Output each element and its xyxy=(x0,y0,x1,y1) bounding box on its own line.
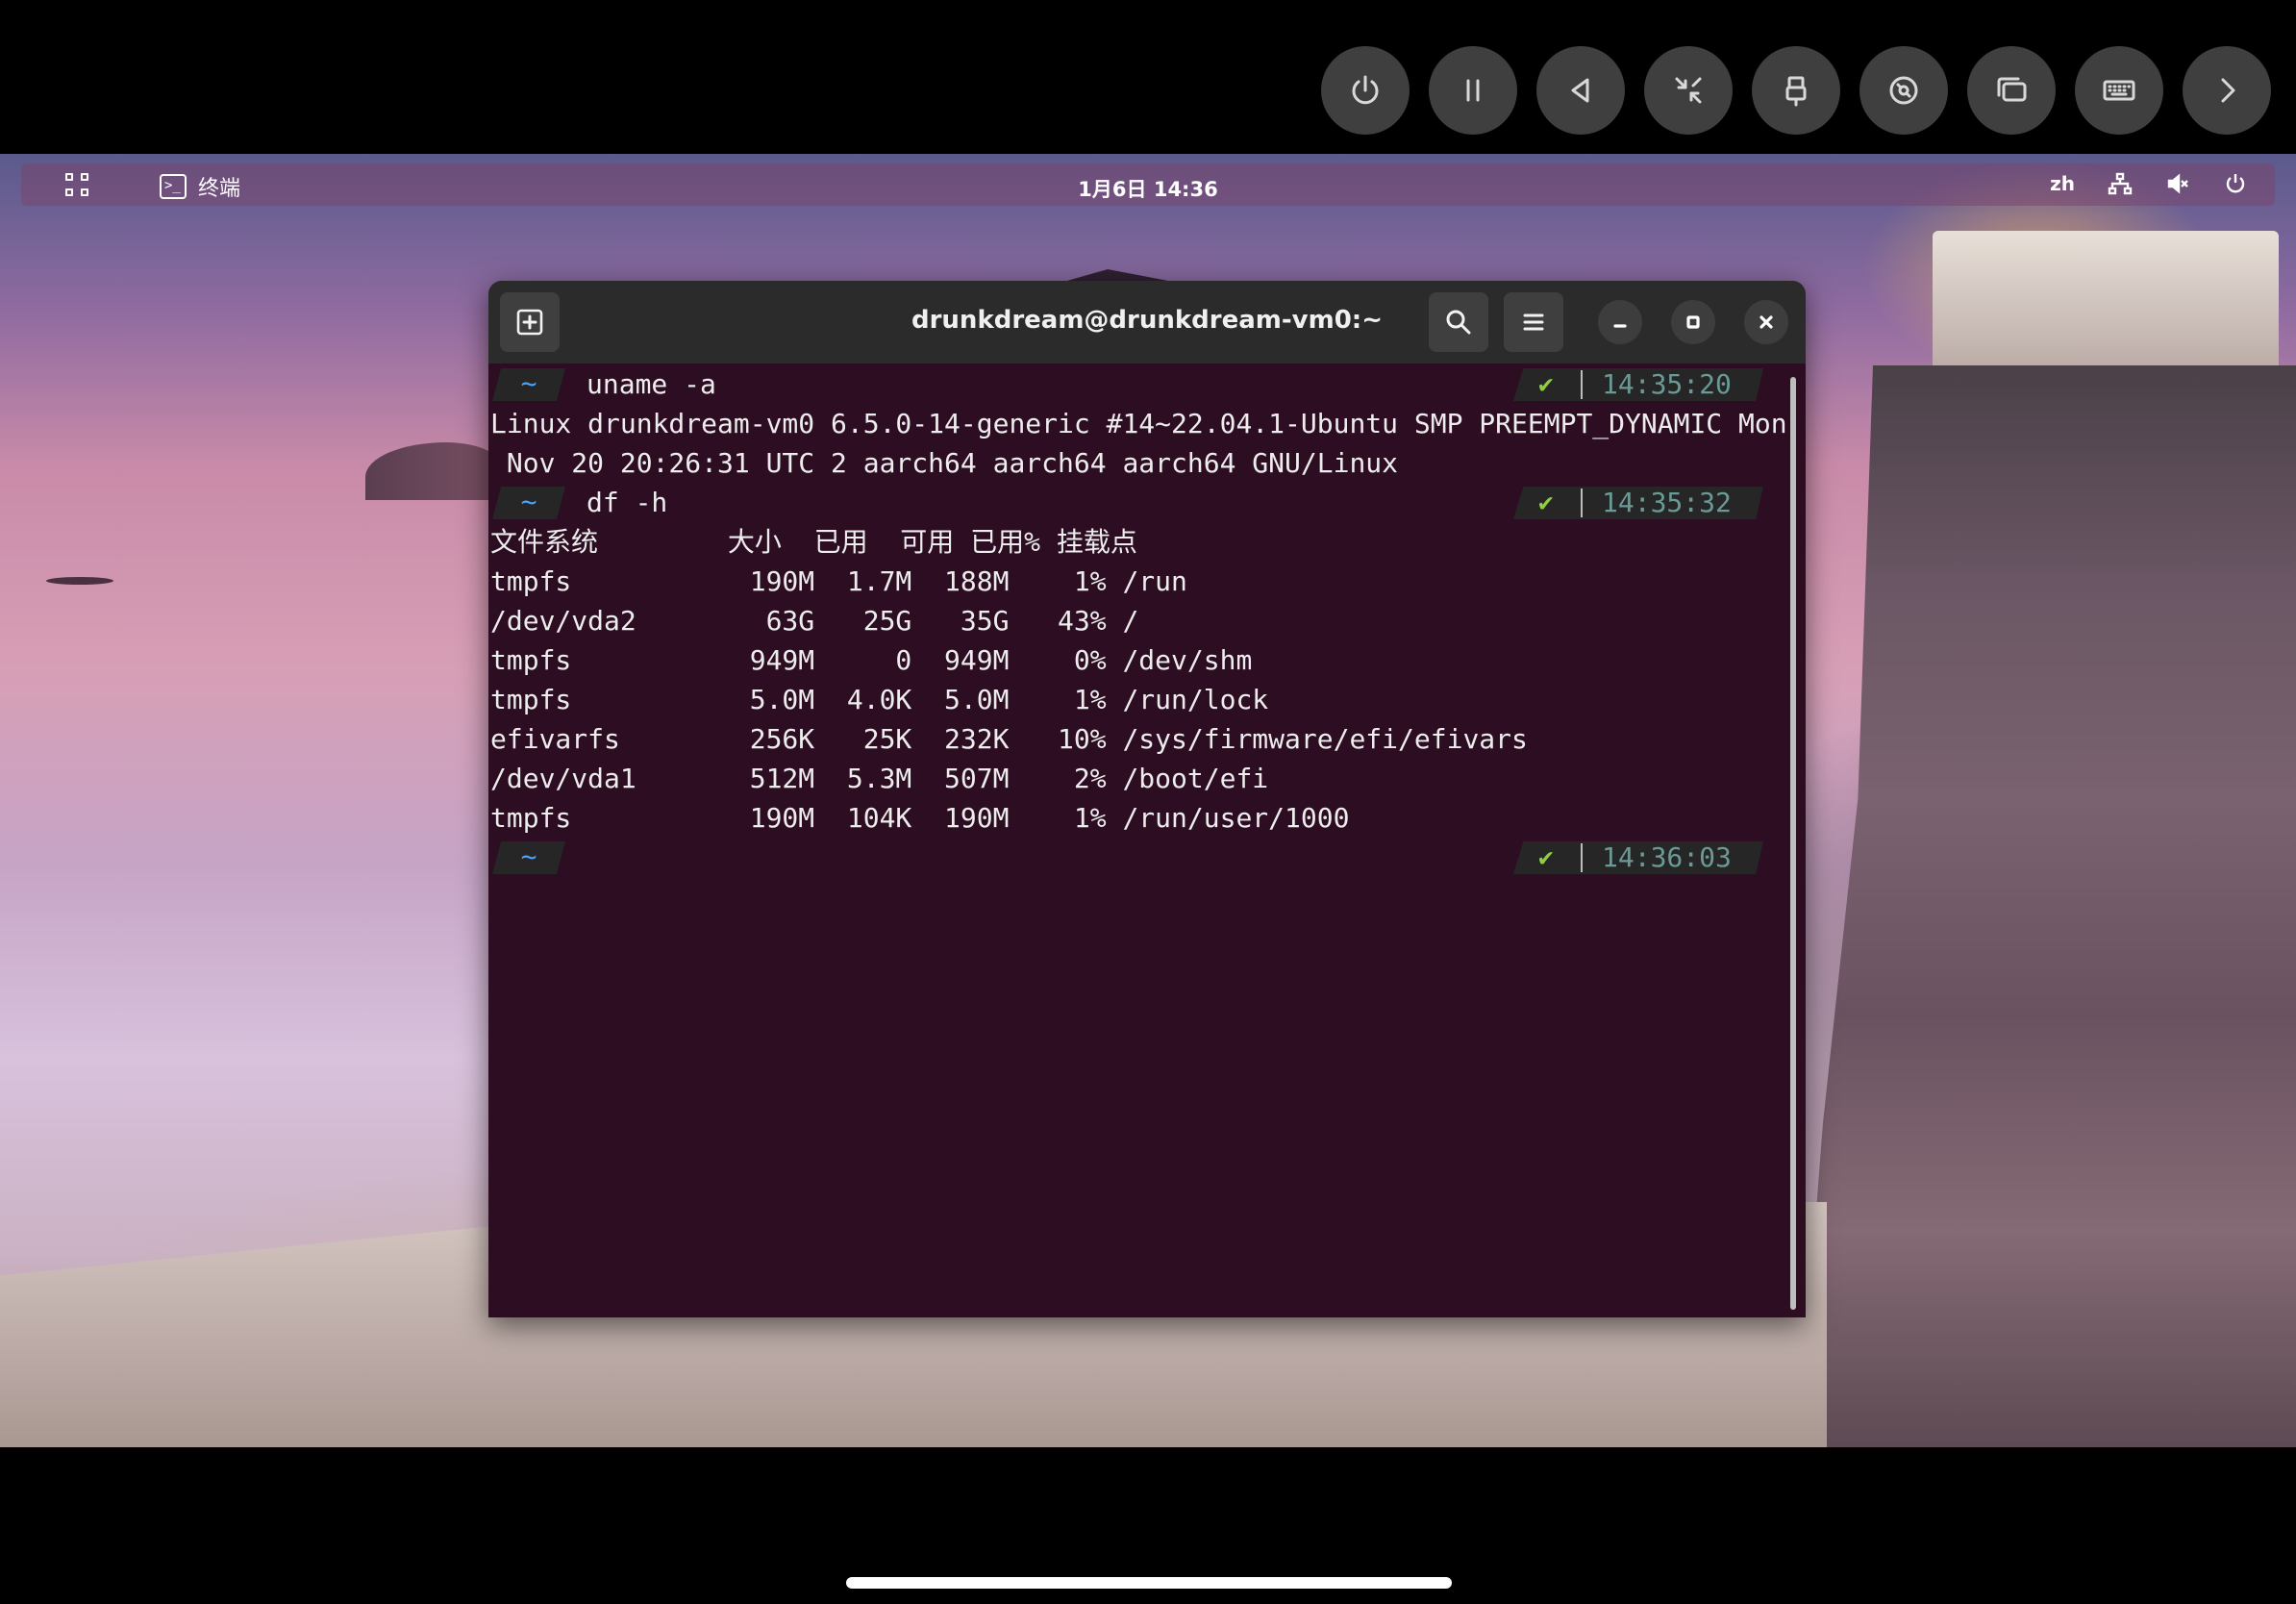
command-timestamp: 14:35:32 xyxy=(1602,487,1732,518)
disc-icon xyxy=(1889,76,1918,105)
wallpaper-headland xyxy=(365,442,500,500)
input-method-indicator[interactable]: zh xyxy=(2050,172,2075,195)
df-row: tmpfs 190M 1.7M 188M 1% /run xyxy=(490,565,1187,597)
pause-icon xyxy=(1466,79,1480,102)
windows-button[interactable] xyxy=(1967,46,2056,135)
search-button[interactable] xyxy=(1429,292,1488,352)
wallpaper-islet xyxy=(46,577,113,585)
minimize-icon xyxy=(1613,324,1627,328)
disc-button[interactable] xyxy=(1859,46,1948,135)
close-button[interactable] xyxy=(1744,300,1788,344)
menu-button[interactable] xyxy=(1504,292,1563,352)
command-timestamp: 14:36:03 xyxy=(1602,841,1732,873)
success-check-icon: ✔ xyxy=(1538,370,1554,399)
keyboard-button[interactable] xyxy=(2075,46,2163,135)
command-line: df -h xyxy=(586,487,668,518)
wallpaper-building xyxy=(1933,231,2279,375)
success-check-icon: ✔ xyxy=(1538,843,1554,872)
prompt-status-segment: ✔ 14:35:20 xyxy=(1513,368,1763,401)
terminal-window: drunkdream@drunkdream-vm0:~ ~ uname -a ✔… xyxy=(488,281,1806,1317)
output-line: Linux drunkdream-vm0 6.5.0-14-generic #1… xyxy=(490,408,1787,439)
vm-toolbar xyxy=(1321,46,2271,135)
df-header-line: 文件系统 大小 已用 可用 已用% 挂载点 xyxy=(490,526,1137,558)
terminal-output[interactable]: ~ uname -a ✔ 14:35:20 Linux drunkdream-v… xyxy=(488,363,1788,1317)
keyboard-icon xyxy=(2103,80,2135,101)
maximize-button[interactable] xyxy=(1671,300,1715,344)
power-button[interactable] xyxy=(1321,46,1410,135)
gnome-top-bar: >_ 终端 1月6日 14:36 zh xyxy=(21,163,2275,206)
power-icon xyxy=(1352,75,1379,105)
close-icon xyxy=(1759,315,1773,329)
success-check-icon: ✔ xyxy=(1538,489,1554,517)
network-icon[interactable] xyxy=(2108,171,2133,196)
next-button[interactable] xyxy=(2183,46,2271,135)
back-icon xyxy=(1571,78,1589,103)
command-line: uname -a xyxy=(586,368,716,400)
pause-button[interactable] xyxy=(1429,46,1517,135)
output-line: Nov 20 20:26:31 UTC 2 aarch64 aarch64 aa… xyxy=(490,447,1399,479)
prompt-dir-segment: ~ xyxy=(492,487,565,519)
df-row: tmpfs 190M 104K 190M 1% /run/user/1000 xyxy=(490,802,1350,834)
volume-muted-icon[interactable] xyxy=(2165,171,2190,196)
prompt-dir-segment: ~ xyxy=(492,841,565,874)
windows-icon xyxy=(1997,77,2027,102)
chevron-right-icon xyxy=(2221,78,2235,103)
prompt-status-segment: ✔ 14:35:32 xyxy=(1513,487,1763,519)
prompt-dir-segment: ~ xyxy=(492,368,565,401)
df-row: efivarfs 256K 25K 232K 10% /sys/firmware… xyxy=(490,723,1528,755)
search-icon xyxy=(1446,310,1471,335)
prompt-status-segment: ✔ 14:36:03 xyxy=(1513,841,1763,874)
usb-button[interactable] xyxy=(1752,46,1840,135)
shrink-icon xyxy=(1675,77,1702,104)
shrink-button[interactable] xyxy=(1644,46,1733,135)
df-row: tmpfs 949M 0 949M 0% /dev/shm xyxy=(490,644,1253,676)
df-row: /dev/vda2 63G 25G 35G 43% / xyxy=(490,605,1139,637)
terminal-headerbar: drunkdream@drunkdream-vm0:~ xyxy=(488,281,1806,363)
terminal-scrollbar[interactable] xyxy=(1790,377,1796,1310)
system-power-icon[interactable] xyxy=(2223,171,2248,196)
system-tray: zh xyxy=(2050,171,2248,196)
df-row: /dev/vda1 512M 5.3M 507M 2% /boot/efi xyxy=(490,763,1269,794)
maximize-icon xyxy=(1686,315,1700,329)
command-timestamp: 14:35:20 xyxy=(1602,368,1732,400)
clock-area: 1月6日 14:36 xyxy=(21,174,2275,203)
usb-icon xyxy=(1785,76,1807,107)
hamburger-menu-icon xyxy=(1523,313,1544,331)
home-indicator[interactable] xyxy=(846,1577,1452,1589)
wallpaper-rocks xyxy=(1798,365,2296,1447)
back-button[interactable] xyxy=(1536,46,1625,135)
minimize-button[interactable] xyxy=(1598,300,1642,344)
clock[interactable]: 1月6日 14:36 xyxy=(1078,174,1217,203)
df-row: tmpfs 5.0M 4.0K 5.0M 1% /run/lock xyxy=(490,684,1269,715)
